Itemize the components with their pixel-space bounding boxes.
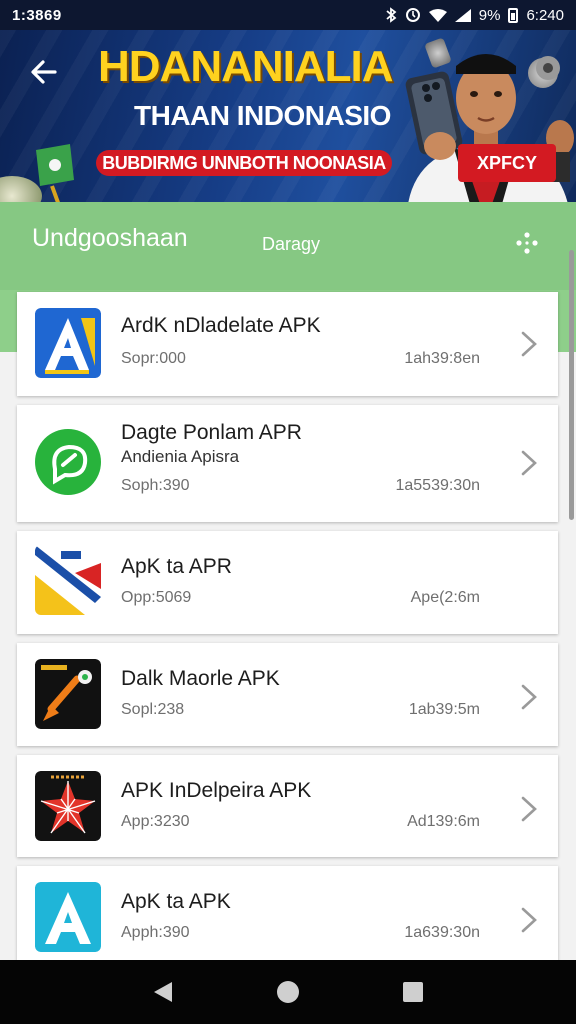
app-name: Dagte Ponlam APR bbox=[121, 421, 302, 444]
wifi-icon bbox=[428, 8, 447, 22]
flag-app-icon bbox=[35, 545, 101, 615]
app-list: ArdK nDladelate APK Sopr:000 1ah39:8en D… bbox=[17, 292, 558, 979]
section-title: Undgooshaan bbox=[32, 224, 188, 252]
banner-strip: BUBDIRMG UNNBOTH NOONASIA bbox=[96, 150, 392, 176]
app-name: ArdK nDladelate APK bbox=[121, 314, 321, 337]
app-meta: Opp:5069 bbox=[121, 589, 192, 606]
alarm-icon bbox=[405, 8, 420, 22]
nav-home-button[interactable] bbox=[268, 972, 308, 1012]
app-meta: Soph:390 bbox=[121, 477, 190, 494]
bluetooth-icon bbox=[386, 7, 397, 23]
chevron-right-icon bbox=[521, 907, 537, 933]
app-size: Ape(2:6m bbox=[410, 589, 480, 606]
circle-home-icon bbox=[276, 981, 299, 1003]
app-meta: Sopr:000 bbox=[121, 350, 186, 367]
screen: 1:3869 9% 6:240 HDANANIALIA THAAN INDONA… bbox=[0, 0, 576, 1024]
app-name: Dalk Maorle APK bbox=[121, 667, 280, 690]
green-chat-icon bbox=[35, 429, 101, 495]
app-size: 1ah39:8en bbox=[404, 350, 480, 367]
list-item[interactable]: Dagte Ponlam APR Andienia Apisra Soph:39… bbox=[17, 405, 558, 522]
app-size: 1a639:30n bbox=[404, 924, 480, 941]
promo-banner[interactable]: HDANANIALIA THAAN INDONASIO BUBDIRMG UNN… bbox=[0, 30, 576, 202]
list-item[interactable]: ApK ta APK Apph:390 1a639:30n bbox=[17, 866, 558, 970]
banner-title: HDANANIALIA bbox=[98, 42, 394, 91]
nav-recents-button[interactable] bbox=[393, 972, 433, 1012]
red-star-icon bbox=[35, 771, 101, 841]
signal-icon bbox=[454, 8, 471, 22]
app-name: ApK ta APR bbox=[121, 555, 232, 578]
square-recents-icon bbox=[403, 982, 424, 1002]
more-options-icon[interactable] bbox=[512, 228, 542, 258]
chevron-right-icon bbox=[521, 450, 537, 476]
chevron-right-icon bbox=[521, 796, 537, 822]
back-arrow-icon bbox=[31, 60, 57, 84]
a-cyan-icon bbox=[35, 882, 101, 952]
banner-subtitle: THAAN INDONASIO bbox=[134, 100, 391, 131]
section-subtitle[interactable]: Daragy bbox=[262, 234, 320, 255]
nav-back-button[interactable] bbox=[143, 972, 183, 1012]
chevron-right-icon bbox=[521, 331, 537, 357]
tool-app-icon bbox=[35, 659, 101, 729]
app-meta: Sopl:238 bbox=[121, 701, 185, 718]
list-item[interactable]: Dalk Maorle APK Sopl:238 1ab39:5m bbox=[17, 643, 558, 746]
app-meta: Apph:390 bbox=[121, 924, 190, 941]
status-icons: 9% 6:240 bbox=[385, 7, 564, 24]
list-item[interactable]: APK InDelpeira APK App:3230 Ad139:6m bbox=[17, 755, 558, 857]
app-developer: Andienia Apisra bbox=[121, 447, 240, 466]
battery-percent: 9% bbox=[478, 6, 501, 24]
banner-badge[interactable]: XPFCY bbox=[458, 144, 556, 182]
list-item[interactable]: ApK ta APR Opp:5069 Ape(2:6m bbox=[17, 531, 558, 634]
chevron-right-icon bbox=[521, 684, 537, 710]
list-item[interactable]: ArdK nDladelate APK Sopr:000 1ah39:8en bbox=[17, 292, 558, 396]
app-size: 1a5539:30n bbox=[395, 477, 480, 494]
app-name: ApK ta APK bbox=[121, 890, 231, 913]
navigation-bar bbox=[0, 960, 576, 1024]
flag-icon bbox=[36, 144, 74, 202]
status-time: 1:3869 bbox=[12, 6, 62, 24]
app-size: 1ab39:5m bbox=[408, 701, 480, 718]
status-bar: 1:3869 9% 6:240 bbox=[0, 0, 576, 30]
app-size: Ad139:6m bbox=[407, 813, 480, 830]
scrollbar[interactable] bbox=[569, 250, 574, 520]
app-meta: App:3230 bbox=[121, 813, 190, 830]
app-name: APK InDelpeira APK bbox=[121, 779, 312, 802]
triangle-back-icon bbox=[153, 982, 172, 1002]
a-blue-icon bbox=[35, 308, 101, 378]
battery-icon bbox=[508, 7, 519, 23]
status-right-time: 6:240 bbox=[526, 6, 564, 24]
back-button[interactable] bbox=[22, 50, 66, 94]
